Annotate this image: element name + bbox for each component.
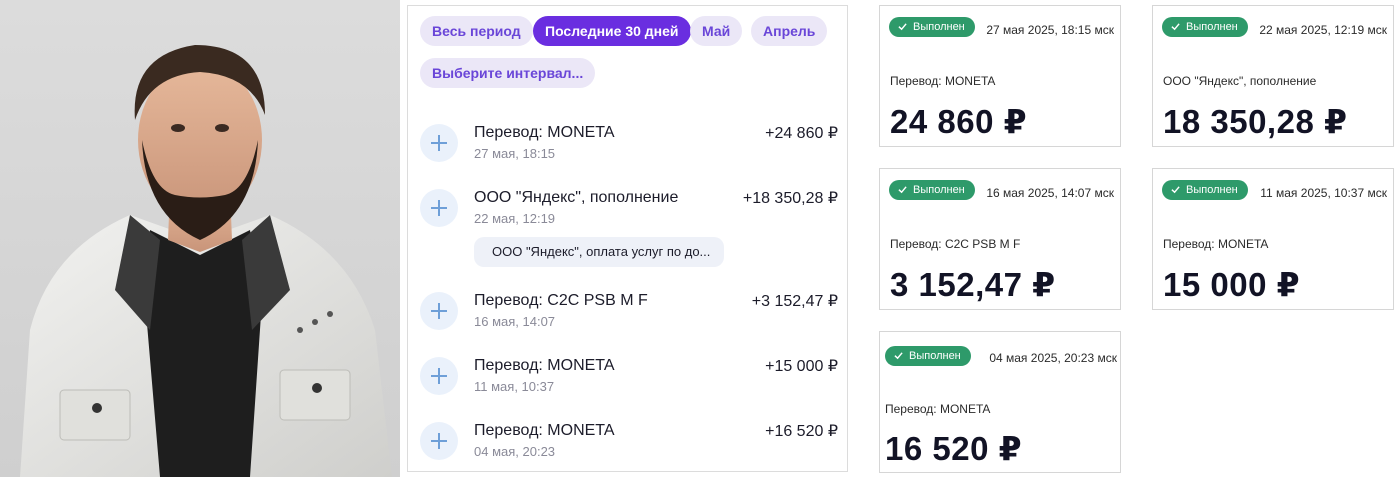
receipt-amount: 24 860 ₽	[890, 103, 1028, 140]
status-label: Выполнен	[909, 350, 961, 362]
receipt-amount: 3 152,47 ₽	[890, 266, 1056, 303]
transaction-title: Перевод: C2C PSB M F	[474, 292, 648, 309]
transactions-panel: Весь период Последние 30 дней Май Апрель…	[407, 5, 848, 472]
transaction-title: Перевод: MONETA	[474, 422, 615, 439]
check-icon	[894, 352, 903, 360]
plus-icon	[420, 422, 458, 460]
chip-april[interactable]: Апрель	[751, 16, 828, 46]
status-badge: Выполнен	[1162, 180, 1248, 200]
receipt-description: ООО "Яндекс", пополнение	[1163, 74, 1317, 88]
plus-icon	[420, 189, 458, 227]
receipt-description: Перевод: C2C PSB M F	[890, 237, 1021, 251]
status-label: Выполнен	[1186, 184, 1238, 196]
receipt-datetime: 11 мая 2025, 10:37 мск	[1260, 186, 1387, 200]
transaction-amount: +18 350,28 ₽	[742, 190, 838, 207]
receipt-description: Перевод: MONETA	[885, 402, 991, 416]
receipt-datetime: 22 мая 2025, 12:19 мск	[1259, 23, 1387, 37]
receipt-datetime: 04 мая 2025, 20:23 мск	[989, 351, 1117, 365]
status-label: Выполнен	[913, 21, 965, 33]
transaction-amount: +15 000 ₽	[765, 358, 838, 375]
receipt-card[interactable]: Выполнен 16 мая 2025, 14:07 мск Перевод:…	[879, 168, 1121, 310]
plus-icon	[420, 357, 458, 395]
status-label: Выполнен	[913, 184, 965, 196]
chip-select-interval[interactable]: Выберите интервал...	[420, 58, 596, 88]
status-badge: Выполнен	[1162, 17, 1248, 37]
receipt-description: Перевод: MONETA	[890, 74, 996, 88]
transaction-date: 04 мая, 20:23	[474, 444, 556, 459]
check-icon	[1171, 186, 1180, 194]
status-badge: Выполнен	[885, 346, 971, 366]
transaction-note[interactable]: ООО "Яндекс", оплата услуг по до...	[474, 237, 724, 267]
receipt-amount: 16 520 ₽	[885, 430, 1023, 467]
check-icon	[1171, 23, 1180, 31]
chip-may[interactable]: Май	[690, 16, 743, 46]
plus-icon	[420, 292, 458, 330]
status-label: Выполнен	[1186, 21, 1238, 33]
transaction-date: 22 мая, 12:19	[474, 211, 556, 226]
receipt-card[interactable]: Выполнен 11 мая 2025, 10:37 мск Перевод:…	[1152, 168, 1394, 310]
status-badge: Выполнен	[889, 17, 975, 37]
check-icon	[898, 23, 907, 31]
plus-icon	[420, 124, 458, 162]
transaction-amount: +3 152,47 ₽	[751, 293, 838, 310]
receipt-card[interactable]: Выполнен 22 мая 2025, 12:19 мск ООО "Янд…	[1152, 5, 1394, 147]
transaction-date: 11 мая, 10:37	[474, 379, 555, 394]
receipt-description: Перевод: MONETA	[1163, 237, 1269, 251]
receipt-card[interactable]: Выполнен 04 мая 2025, 20:23 мск Перевод:…	[879, 331, 1121, 473]
status-badge: Выполнен	[889, 180, 975, 200]
transaction-title: ООО "Яндекс", пополнение	[474, 189, 679, 206]
receipt-datetime: 27 мая 2025, 18:15 мск	[986, 23, 1114, 37]
receipt-amount: 15 000 ₽	[1163, 266, 1301, 303]
check-icon	[898, 186, 907, 194]
transaction-date: 27 мая, 18:15	[474, 146, 556, 161]
receipt-card[interactable]: Выполнен 27 мая 2025, 18:15 мск Перевод:…	[879, 5, 1121, 147]
receipt-datetime: 16 мая 2025, 14:07 мск	[986, 186, 1114, 200]
portrait-illustration	[20, 45, 392, 477]
transaction-date: 16 мая, 14:07	[474, 314, 556, 329]
transaction-title: Перевод: MONETA	[474, 124, 615, 141]
transaction-amount: +16 520 ₽	[765, 423, 838, 440]
transaction-title: Перевод: MONETA	[474, 357, 615, 374]
chip-all-period[interactable]: Весь период	[420, 16, 533, 46]
chip-last-30-days[interactable]: Последние 30 дней	[533, 16, 691, 46]
portrait-photo	[0, 0, 400, 477]
transaction-amount: +24 860 ₽	[765, 125, 838, 142]
receipt-amount: 18 350,28 ₽	[1163, 103, 1348, 140]
screen: Весь период Последние 30 дней Май Апрель…	[0, 0, 1400, 477]
